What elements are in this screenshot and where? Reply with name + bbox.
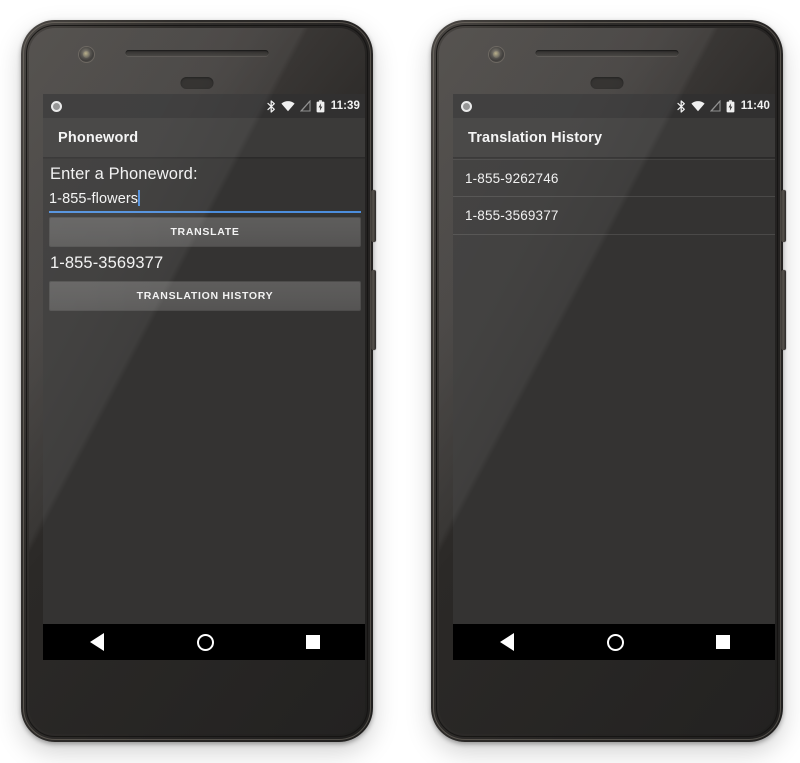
power-button[interactable]: [781, 190, 786, 242]
proximity-sensor: [180, 77, 214, 89]
back-nav-icon: [90, 633, 104, 651]
app-title: Phoneword: [58, 129, 139, 146]
circle-notification-icon: [461, 100, 472, 112]
phone-device-history: 11:40 Translation History 1-855-9262746 …: [431, 20, 786, 742]
app-content: Enter a Phoneword: 1-855-flowers TRANSLA…: [43, 159, 365, 624]
status-bar-clock: 11:40: [740, 100, 770, 112]
list-item[interactable]: 1-855-3569377: [453, 197, 775, 235]
status-bar-left: [51, 100, 62, 112]
action-bar: Phoneword: [43, 118, 365, 158]
home-nav-icon: [606, 633, 624, 651]
android-navigation-bar: [43, 624, 365, 660]
wifi-icon: [281, 100, 295, 112]
android-navigation-bar: [453, 624, 775, 660]
status-bar: 11:39: [43, 94, 365, 118]
battery-charging-icon: [726, 99, 735, 113]
home-nav-button[interactable]: [179, 624, 231, 660]
front-camera-icon: [489, 47, 504, 62]
back-nav-button[interactable]: [481, 624, 533, 660]
phoneword-input-wrapper[interactable]: 1-855-flowers: [49, 190, 361, 213]
app-content: 1-855-9262746 1-855-3569377: [453, 159, 775, 624]
circle-notification-icon: [51, 100, 62, 112]
phoneword-field-label: Enter a Phoneword:: [50, 165, 198, 183]
no-sim-signal-icon: [709, 100, 721, 112]
recents-nav-icon: [306, 635, 320, 649]
phoneword-input[interactable]: 1-855-flowers: [49, 191, 138, 207]
proximity-sensor: [590, 77, 624, 89]
translate-button[interactable]: TRANSLATE: [49, 217, 361, 247]
recents-nav-icon: [716, 635, 730, 649]
status-bar-clock: 11:39: [330, 100, 360, 112]
status-bar-left: [461, 100, 472, 112]
earpiece-speaker: [125, 50, 269, 56]
list-item[interactable]: 1-855-9262746: [453, 159, 775, 197]
phone-glass-face: 11:39 Phoneword Enter a Phoneword: 1-855…: [29, 28, 365, 734]
translation-history-list: 1-855-9262746 1-855-3569377: [453, 159, 775, 235]
volume-rocker-button[interactable]: [371, 270, 376, 350]
earpiece-speaker: [535, 50, 679, 56]
bluetooth-icon: [677, 99, 686, 113]
action-bar: Translation History: [453, 118, 775, 158]
home-nav-icon: [196, 633, 214, 651]
screen-translation-history: 11:40 Translation History 1-855-9262746 …: [453, 94, 775, 660]
status-bar-right: 11:40: [677, 99, 770, 113]
phone-device-phoneword: 11:39 Phoneword Enter a Phoneword: 1-855…: [21, 20, 376, 742]
translation-history-button[interactable]: TRANSLATION HISTORY: [49, 281, 361, 311]
volume-rocker-button[interactable]: [781, 270, 786, 350]
translated-number-result: 1-855-3569377: [50, 254, 164, 272]
recents-nav-button[interactable]: [697, 624, 749, 660]
app-title: Translation History: [468, 129, 603, 146]
bluetooth-icon: [267, 99, 276, 113]
status-bar: 11:40: [453, 94, 775, 118]
recents-nav-button[interactable]: [287, 624, 339, 660]
text-caret: [138, 190, 141, 206]
back-nav-button[interactable]: [71, 624, 123, 660]
screen-phoneword: 11:39 Phoneword Enter a Phoneword: 1-855…: [43, 94, 365, 660]
wifi-icon: [691, 100, 705, 112]
home-nav-button[interactable]: [589, 624, 641, 660]
status-bar-right: 11:39: [267, 99, 360, 113]
screenshot-canvas: 11:39 Phoneword Enter a Phoneword: 1-855…: [0, 0, 800, 763]
back-nav-icon: [500, 633, 514, 651]
front-camera-icon: [79, 47, 94, 62]
battery-charging-icon: [316, 99, 325, 113]
no-sim-signal-icon: [299, 100, 311, 112]
power-button[interactable]: [371, 190, 376, 242]
phone-glass-face: 11:40 Translation History 1-855-9262746 …: [439, 28, 775, 734]
